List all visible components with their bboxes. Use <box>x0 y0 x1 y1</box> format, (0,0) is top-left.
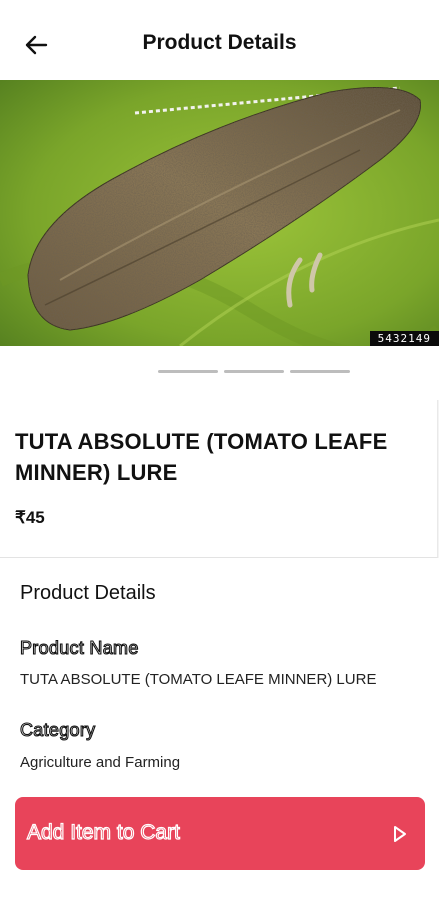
carousel-dot[interactable] <box>158 370 218 373</box>
moth-photo <box>0 80 439 346</box>
carousel-dot[interactable] <box>224 370 284 373</box>
add-to-cart-label: Add Item to Cart <box>26 820 180 844</box>
product-summary-card: TUTA ABSOLUTE (TOMATO LEAFE MINNER) LURE… <box>0 400 438 558</box>
product-name-value: TUTA ABSOLUTE (TOMATO LEAFE MINNER) LURE <box>20 671 377 688</box>
category-label: Category <box>19 719 96 740</box>
product-price: ₹45 <box>15 508 45 527</box>
details-heading: Product Details <box>20 582 156 604</box>
app-header: Product Details <box>0 0 439 80</box>
product-details-section: Product Details Product Name TUTA ABSOLU… <box>0 558 439 788</box>
category-value: Agriculture and Farming <box>20 754 181 771</box>
carousel-dot[interactable] <box>290 370 350 373</box>
add-to-cart-button[interactable]: Add Item to Cart <box>15 797 425 870</box>
image-id-watermark: 5432149 <box>369 331 439 346</box>
product-image[interactable]: 5432149 <box>0 80 439 346</box>
play-arrow-icon <box>394 826 406 842</box>
page-title: Product Details <box>142 31 297 54</box>
carousel-indicator <box>0 346 439 400</box>
product-name-label: Product Name <box>19 637 139 658</box>
product-title: TUTA ABSOLUTE (TOMATO LEAFE MINNER) LURE <box>15 429 388 485</box>
